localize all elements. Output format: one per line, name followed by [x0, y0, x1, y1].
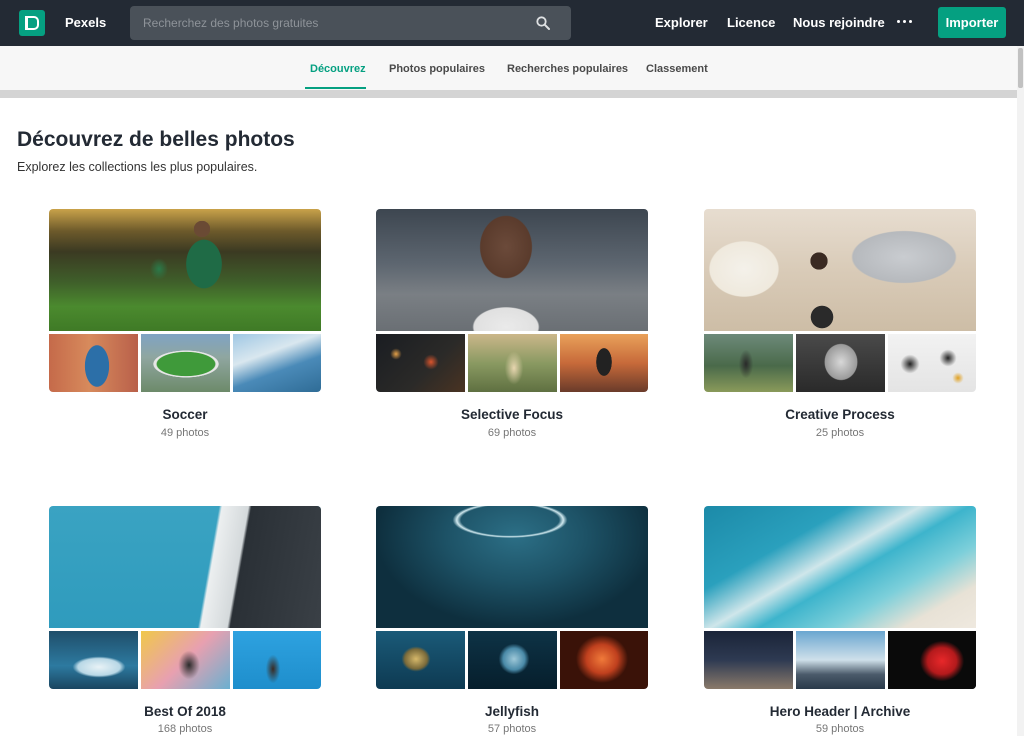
- collection-thumb: [796, 631, 885, 689]
- collection-cover-image: [376, 209, 648, 331]
- collection-cover-image: [49, 209, 321, 331]
- collection-thumb: [376, 631, 465, 689]
- scrollbar-track[interactable]: [1017, 46, 1024, 736]
- tab-popular-searches[interactable]: Recherches populaires: [507, 63, 628, 75]
- collection-title[interactable]: Best Of 2018: [49, 704, 321, 719]
- sub-navigation: Découvrez Photos populaires Recherches p…: [0, 46, 1017, 91]
- import-button[interactable]: Importer: [938, 7, 1006, 38]
- collection-cover-image: [704, 506, 976, 628]
- logo-glyph: [25, 16, 39, 30]
- collection-thumb: [704, 631, 793, 689]
- collection-thumb: [468, 334, 557, 392]
- collection-title[interactable]: Creative Process: [704, 407, 976, 422]
- collection-title[interactable]: Soccer: [49, 407, 321, 422]
- collection-card-best-of-2018[interactable]: [49, 506, 321, 689]
- collection-count: 59 photos: [815, 723, 865, 735]
- collection-count: 168 photos: [157, 723, 213, 735]
- collection-thumb: [560, 631, 648, 689]
- collection-card-hero-header-archive[interactable]: [704, 506, 976, 689]
- collection-thumb: [376, 334, 465, 392]
- collection-thumb: [233, 631, 321, 689]
- tab-ranking[interactable]: Classement: [646, 63, 708, 75]
- nav-licence[interactable]: Licence: [727, 15, 775, 30]
- more-options-icon[interactable]: [897, 15, 913, 29]
- collection-thumb: [49, 631, 138, 689]
- collection-card-jellyfish[interactable]: [376, 506, 648, 689]
- collection-thumb: [796, 334, 885, 392]
- active-tab-indicator: [305, 87, 366, 89]
- tab-discover[interactable]: Découvrez: [310, 63, 366, 75]
- top-navigation-bar: Pexels Explorer Licence Nous rejoindre I…: [0, 0, 1024, 46]
- collection-thumb: [49, 334, 138, 392]
- collection-thumb: [888, 334, 976, 392]
- collection-cover-image: [376, 506, 648, 628]
- page-subtitle: Explorez les collections les plus popula…: [17, 160, 258, 174]
- collection-count: 25 photos: [815, 427, 865, 439]
- collection-count: 49 photos: [160, 427, 210, 439]
- collection-thumb: [233, 334, 321, 392]
- collection-thumb: [888, 631, 976, 689]
- nav-explorer[interactable]: Explorer: [655, 15, 708, 30]
- collection-title[interactable]: Hero Header | Archive: [704, 704, 976, 719]
- search-input[interactable]: [130, 6, 530, 40]
- page-title: Découvrez de belles photos: [17, 128, 295, 151]
- tab-popular-photos[interactable]: Photos populaires: [389, 63, 485, 75]
- search-bar: [130, 6, 571, 40]
- collection-thumb: [141, 631, 230, 689]
- collection-title[interactable]: Jellyfish: [376, 704, 648, 719]
- collection-card-creative-process[interactable]: [704, 209, 976, 392]
- collection-thumb: [704, 334, 793, 392]
- collection-count: 69 photos: [487, 427, 537, 439]
- subnav-shadow-band: [0, 90, 1017, 98]
- search-icon[interactable]: [536, 16, 550, 30]
- brand-name[interactable]: Pexels: [65, 15, 106, 30]
- collection-thumb: [141, 334, 230, 392]
- scrollbar-thumb[interactable]: [1018, 48, 1023, 88]
- collection-title[interactable]: Selective Focus: [376, 407, 648, 422]
- collection-count: 57 photos: [487, 723, 537, 735]
- collection-card-selective-focus[interactable]: [376, 209, 648, 392]
- collection-cover-image: [49, 506, 321, 628]
- collection-cover-image: [704, 209, 976, 331]
- collection-card-soccer[interactable]: [49, 209, 321, 392]
- nav-join[interactable]: Nous rejoindre: [793, 15, 885, 30]
- collection-thumb: [560, 334, 648, 392]
- pexels-logo[interactable]: [19, 10, 45, 36]
- collection-thumb: [468, 631, 557, 689]
